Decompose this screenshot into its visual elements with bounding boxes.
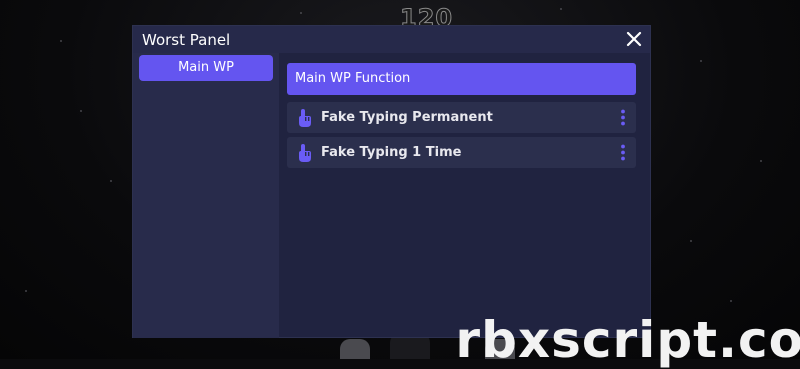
worst-panel-window: Worst Panel Main WP Main WP Function Fak… (132, 25, 651, 338)
background-star (25, 290, 27, 292)
function-button-fake-typing-1-time[interactable]: Fake Typing 1 Time (287, 137, 636, 168)
function-label: Fake Typing 1 Time (321, 145, 462, 160)
sidebar-tab-main-wp[interactable]: Main WP (139, 55, 273, 81)
close-button[interactable] (624, 29, 644, 49)
section-header: Main WP Function (287, 63, 636, 95)
background-star (730, 300, 732, 302)
tap-hand-icon (299, 144, 311, 162)
function-button-fake-typing-permanent[interactable]: Fake Typing Permanent (287, 102, 636, 133)
background-star (700, 60, 702, 62)
panel-titlebar[interactable]: Worst Panel (133, 26, 650, 53)
character-figure (340, 339, 370, 359)
background-star (110, 180, 112, 182)
watermark: rbxscript.co (455, 311, 800, 369)
tap-hand-icon (299, 109, 311, 127)
close-icon (626, 31, 642, 47)
panel-title: Worst Panel (142, 31, 231, 49)
background-star (60, 40, 62, 42)
background-star (690, 240, 692, 242)
background-star (760, 160, 762, 162)
background-star (300, 12, 302, 14)
panel-sidebar: Main WP (133, 53, 279, 338)
more-vertical-icon[interactable] (618, 109, 628, 126)
background-star (80, 110, 82, 112)
function-label: Fake Typing Permanent (321, 110, 493, 125)
background-star (560, 8, 562, 10)
more-vertical-icon[interactable] (618, 144, 628, 161)
